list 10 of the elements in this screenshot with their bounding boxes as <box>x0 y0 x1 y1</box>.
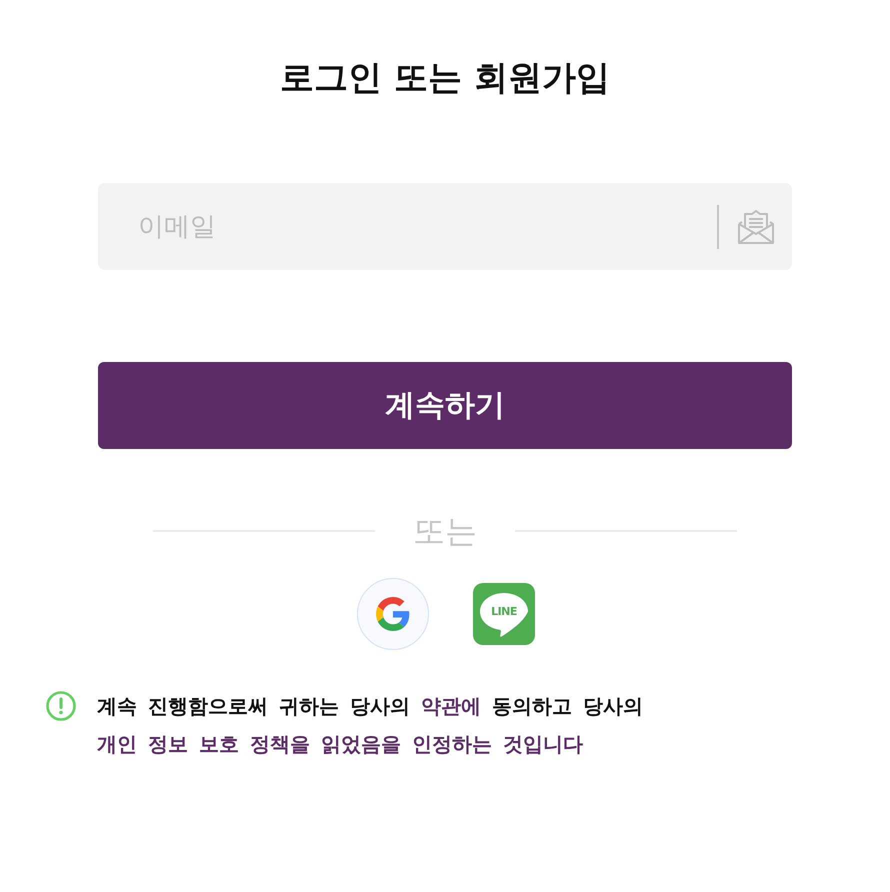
envelope-icon <box>737 209 775 245</box>
page-title: 로그인 또는 회원가입 <box>280 57 610 100</box>
separator-label: 또는 <box>413 511 477 552</box>
speech-bubble-icon <box>479 592 529 638</box>
g-logo-icon <box>376 597 410 631</box>
notice-link[interactable]: 약관에 <box>420 694 481 718</box>
consent-notice: 계속 진행함으로써 귀하는 당사의 약관에 동의하고 당사의 개인 정보 보호 정책을 읽었음을 인정하는 것입니다 <box>97 693 644 758</box>
exclamation-circle-icon <box>46 691 76 721</box>
notice-link[interactable]: 개인 정보 보호 정책을 읽었음을 인정하는 것입니다 <box>97 732 583 756</box>
continue-button[interactable]: 계속하기 <box>98 362 792 449</box>
